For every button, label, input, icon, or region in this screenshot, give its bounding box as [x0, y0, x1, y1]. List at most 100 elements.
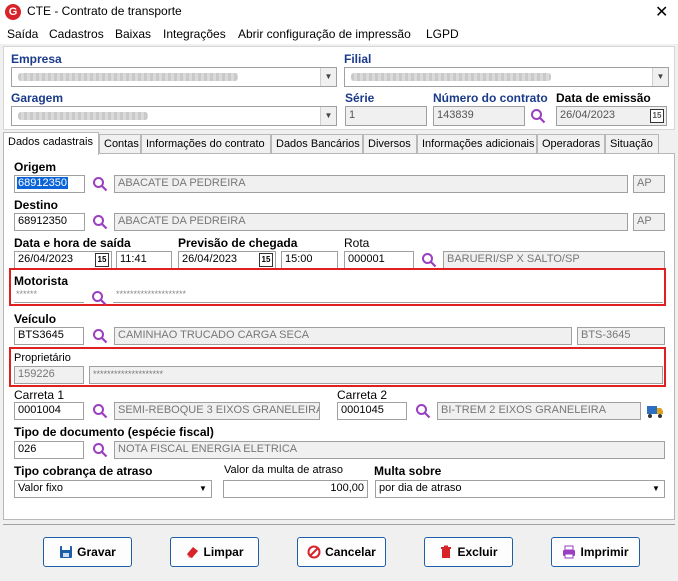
chegada-label: Previsão de chegada: [178, 236, 298, 250]
tab-informacoes-contrato[interactable]: Informações do contrato: [141, 134, 271, 154]
veiculo-plate-field: BTS-3645: [577, 327, 665, 345]
imprimir-button[interactable]: Imprimir: [551, 537, 640, 567]
motorista-code-field[interactable]: ******: [14, 289, 84, 303]
chevron-down-icon: ▼: [320, 107, 336, 125]
carreta1-label: Carreta 1: [14, 388, 65, 402]
chevron-down-icon: ▼: [320, 68, 336, 86]
veiculo-label: Veículo: [14, 312, 57, 326]
origem-code-field[interactable]: 68912350: [14, 175, 85, 193]
multa-sobre-select[interactable]: por dia de atraso ▼: [375, 480, 665, 498]
tab-contas[interactable]: Contas: [99, 134, 141, 154]
destino-code-field[interactable]: 68912350: [14, 213, 85, 231]
title-bar: G CTE - Contrato de transporte ✕: [0, 0, 678, 24]
origem-uf-field: AP: [633, 175, 665, 193]
menu-bar: Saída Cadastros Baixas Integrações Abrir…: [0, 24, 678, 44]
tab-dados-cadastrais[interactable]: Dados cadastrais: [3, 132, 99, 155]
printer-icon: [563, 545, 576, 559]
search-icon[interactable]: [415, 403, 431, 419]
proprietario-name-field: ********************: [89, 366, 663, 384]
menu-integracoes[interactable]: Integrações: [163, 27, 226, 41]
multa-sobre-label: Multa sobre: [374, 464, 442, 478]
tab-bar: Dados cadastrais Contas Informações do c…: [3, 132, 675, 155]
excluir-button[interactable]: Excluir: [424, 537, 513, 567]
motorista-name-field: ********************: [113, 289, 663, 303]
footer-divider: [3, 524, 675, 525]
menu-saida[interactable]: Saída: [7, 27, 38, 41]
data-emissao-field[interactable]: 26/04/2023 15: [556, 106, 667, 126]
search-icon[interactable]: [92, 328, 108, 344]
multa-valor-field[interactable]: 100,00: [223, 480, 368, 498]
proprietario-label: Proprietário: [14, 352, 71, 364]
truck-icon[interactable]: [646, 403, 664, 419]
search-icon[interactable]: [92, 214, 108, 230]
data-emissao-label: Data de emissão: [556, 91, 651, 105]
calendar-icon[interactable]: 15: [95, 253, 109, 267]
chevron-down-icon: ▼: [648, 481, 664, 497]
chegada-time-field[interactable]: 15:00: [281, 251, 338, 269]
tab-diversos[interactable]: Diversos: [363, 134, 417, 154]
empresa-select[interactable]: ▼: [11, 67, 337, 87]
tipo-documento-code-field[interactable]: 026: [14, 441, 84, 459]
tab-dados-bancarios[interactable]: Dados Bancários: [271, 134, 363, 154]
saida-time-field[interactable]: 11:41: [116, 251, 172, 269]
carreta2-code-field[interactable]: 0001045: [337, 402, 407, 420]
excluir-label: Excluir: [457, 545, 498, 559]
numero-contrato-label: Número do contrato: [433, 91, 548, 105]
carreta2-label: Carreta 2: [337, 388, 388, 402]
save-icon: [60, 546, 73, 558]
cancelar-button[interactable]: Cancelar: [297, 537, 386, 567]
cancel-icon: [307, 545, 321, 559]
app-logo-icon: G: [5, 4, 21, 20]
carreta1-code-field[interactable]: 0001004: [14, 402, 84, 420]
search-icon[interactable]: [91, 290, 107, 306]
chegada-date-value: 26/04/2023: [182, 253, 238, 265]
tipo-documento-name-field: NOTA FISCAL ENERGIA ELETRICA: [114, 441, 665, 459]
menu-cadastros[interactable]: Cadastros: [49, 27, 104, 41]
garagem-select[interactable]: ▼: [11, 106, 337, 126]
search-icon[interactable]: [421, 252, 437, 268]
destino-uf-field: AP: [633, 213, 665, 231]
trash-icon: [441, 545, 452, 558]
menu-abrir-configuracao[interactable]: Abrir configuração de impressão: [238, 27, 411, 41]
limpar-button[interactable]: Limpar: [170, 537, 259, 567]
rota-code-field[interactable]: 000001: [344, 251, 414, 269]
chegada-date-field[interactable]: 26/04/2023 15: [178, 251, 276, 269]
chevron-down-icon: ▼: [195, 481, 211, 497]
filial-select[interactable]: ▼: [344, 67, 669, 87]
multa-valor-label: Valor da multa de atraso: [224, 464, 344, 476]
saida-label: Data e hora de saída: [14, 236, 131, 250]
origem-label: Origem: [14, 160, 57, 174]
destino-name-field: ABACATE DA PEDREIRA: [114, 213, 628, 231]
cobranca-select[interactable]: Valor fixo ▼: [14, 480, 212, 498]
menu-lgpd[interactable]: LGPD: [426, 27, 459, 41]
serie-label: Série: [345, 91, 375, 105]
cobranca-value: Valor fixo: [18, 482, 64, 494]
gravar-label: Gravar: [77, 545, 116, 559]
menu-baixas[interactable]: Baixas: [115, 27, 151, 41]
tab-situacao[interactable]: Situação: [605, 134, 659, 154]
filial-label: Filial: [344, 52, 372, 66]
veiculo-name-field: CAMINHAO TRUCADO CARGA SECA: [114, 327, 572, 345]
gravar-button[interactable]: Gravar: [43, 537, 132, 567]
search-icon[interactable]: [92, 442, 108, 458]
limpar-label: Limpar: [203, 545, 244, 559]
cancelar-label: Cancelar: [325, 545, 376, 559]
origem-name-field: ABACATE DA PEDREIRA: [114, 175, 628, 193]
tab-informacoes-adicionais[interactable]: Informações adicionais: [417, 134, 537, 154]
saida-date-field[interactable]: 26/04/2023 15: [14, 251, 112, 269]
search-icon[interactable]: [92, 403, 108, 419]
imprimir-label: Imprimir: [580, 545, 629, 559]
close-icon[interactable]: ✕: [655, 2, 668, 22]
chevron-down-icon: ▼: [652, 68, 668, 86]
search-icon[interactable]: [530, 108, 546, 124]
veiculo-code-field[interactable]: BTS3645: [14, 327, 84, 345]
search-icon[interactable]: [92, 176, 108, 192]
rota-name-field: BARUERI/SP X SALTO/SP: [443, 251, 665, 269]
tipo-documento-label: Tipo de documento (espécie fiscal): [14, 425, 214, 439]
tab-operadoras[interactable]: Operadoras: [537, 134, 605, 154]
calendar-icon[interactable]: 15: [650, 109, 664, 123]
serie-field: 1: [345, 106, 427, 126]
calendar-icon[interactable]: 15: [259, 253, 273, 267]
saida-date-value: 26/04/2023: [18, 253, 74, 265]
numero-contrato-field: 143839: [433, 106, 525, 126]
